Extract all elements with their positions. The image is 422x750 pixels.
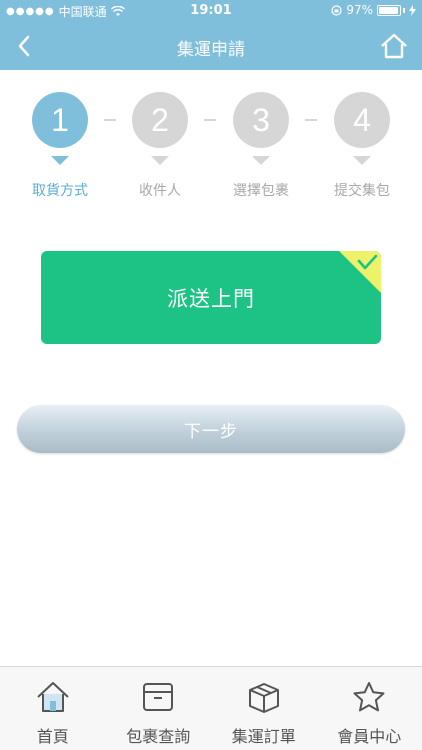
tab-consolidation-orders[interactable]: 集運訂單 bbox=[211, 667, 317, 750]
battery-tip bbox=[403, 7, 405, 13]
tab-package-query-label: 包裹查詢 bbox=[126, 727, 191, 746]
next-step-button[interactable]: 下一步 bbox=[17, 405, 405, 453]
step-3-arrow bbox=[252, 156, 270, 165]
step-4-arrow bbox=[353, 156, 371, 165]
tab-member-center[interactable]: 會員中心 bbox=[317, 667, 422, 750]
step-2-arrow bbox=[151, 156, 169, 165]
step-4-label: 提交集包 bbox=[334, 183, 390, 199]
box-icon bbox=[138, 677, 178, 717]
battery-icon bbox=[377, 4, 401, 16]
tab-consolidation-orders-label: 集運訂單 bbox=[231, 727, 296, 746]
step-dash bbox=[305, 119, 317, 121]
star-icon bbox=[349, 677, 389, 717]
tab-bar: 首頁 包裹查詢 集運訂單 會員中心 bbox=[0, 666, 422, 750]
step-1-circle: 1 bbox=[32, 92, 88, 148]
status-right: 97% bbox=[331, 3, 416, 17]
step-3-label: 選擇包裹 bbox=[233, 183, 289, 199]
tab-package-query[interactable]: 包裹查詢 bbox=[106, 667, 212, 750]
home-icon bbox=[381, 33, 407, 59]
tab-home[interactable]: 首頁 bbox=[0, 667, 106, 750]
step-3-circle: 3 bbox=[233, 92, 289, 148]
tab-home-label: 首頁 bbox=[36, 727, 69, 746]
step-1-arrow bbox=[51, 156, 69, 165]
rotation-lock-icon bbox=[331, 4, 342, 16]
next-step-label: 下一步 bbox=[184, 421, 238, 442]
step-4-circle: 4 bbox=[334, 92, 390, 148]
step-2-label: 收件人 bbox=[139, 183, 181, 199]
nav-bar: 集運申請 bbox=[0, 22, 422, 70]
status-bar: ●●●●● 中国联通 19:01 97% bbox=[0, 0, 422, 22]
charging-icon bbox=[409, 4, 416, 16]
step-2-circle: 2 bbox=[132, 92, 188, 148]
battery-percent: 97% bbox=[346, 3, 373, 17]
step-dash bbox=[104, 119, 116, 121]
page-title: 集運申請 bbox=[177, 40, 245, 60]
tab-member-center-label: 會員中心 bbox=[337, 727, 402, 746]
home-button[interactable] bbox=[378, 30, 410, 62]
delivery-option-card[interactable]: 派送上門 bbox=[41, 251, 381, 344]
step-indicator: 1 2 3 4 取貨方式 收件人 選擇包裹 提交集包 bbox=[0, 92, 422, 202]
package-icon bbox=[244, 677, 284, 717]
home-icon bbox=[33, 677, 73, 717]
step-dash bbox=[204, 119, 216, 121]
option-label: 派送上門 bbox=[167, 286, 255, 311]
selected-check-icon bbox=[339, 251, 381, 293]
step-1-label: 取貨方式 bbox=[32, 183, 88, 199]
